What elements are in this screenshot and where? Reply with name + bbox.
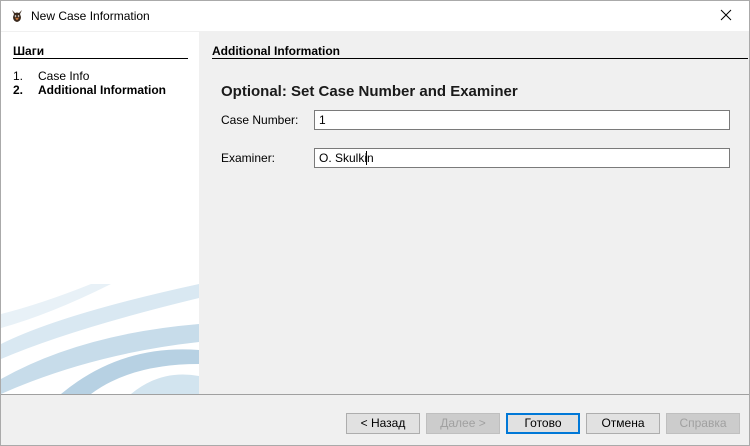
- examiner-label: Examiner:: [221, 151, 276, 165]
- steps-title: Шаги: [13, 44, 45, 58]
- back-button[interactable]: < Назад: [346, 413, 420, 434]
- step-label: Case Info: [38, 69, 90, 83]
- close-button[interactable]: [703, 1, 749, 31]
- step-number: 1.: [13, 69, 24, 83]
- window-title: New Case Information: [31, 9, 150, 23]
- panel-title: Additional Information: [212, 44, 340, 58]
- panel-divider: [212, 58, 748, 59]
- case-number-label: Case Number:: [221, 113, 299, 127]
- section-heading: Optional: Set Case Number and Examiner: [221, 83, 518, 100]
- examiner-input[interactable]: [314, 148, 730, 168]
- title-bar[interactable]: New Case Information: [1, 1, 749, 31]
- cancel-button[interactable]: Отмена: [586, 413, 660, 434]
- step-case-info: 1. Case Info: [13, 69, 166, 83]
- next-button[interactable]: Далее >: [426, 413, 500, 434]
- step-number: 2.: [13, 83, 24, 97]
- text-caret: [366, 151, 367, 165]
- decorative-swoosh: [1, 284, 199, 394]
- finish-button[interactable]: Готово: [506, 413, 580, 434]
- app-dog-icon: [9, 8, 25, 24]
- close-icon: [720, 9, 732, 24]
- step-label: Additional Information: [38, 83, 166, 97]
- content-panel: Additional Information Optional: Set Cas…: [200, 32, 749, 394]
- case-number-input[interactable]: [314, 110, 730, 130]
- steps-list: 1. Case Info 2. Additional Information: [13, 69, 166, 97]
- steps-sidebar: Шаги 1. Case Info 2. Additional Informatio…: [1, 32, 199, 394]
- button-bar: < Назад Далее > Готово Отмена Справка: [1, 395, 749, 445]
- help-button[interactable]: Справка: [666, 413, 740, 434]
- step-additional-information: 2. Additional Information: [13, 83, 166, 97]
- new-case-dialog: New Case Information Шаги 1. Case Info 2.…: [0, 0, 750, 446]
- steps-divider: [13, 58, 188, 59]
